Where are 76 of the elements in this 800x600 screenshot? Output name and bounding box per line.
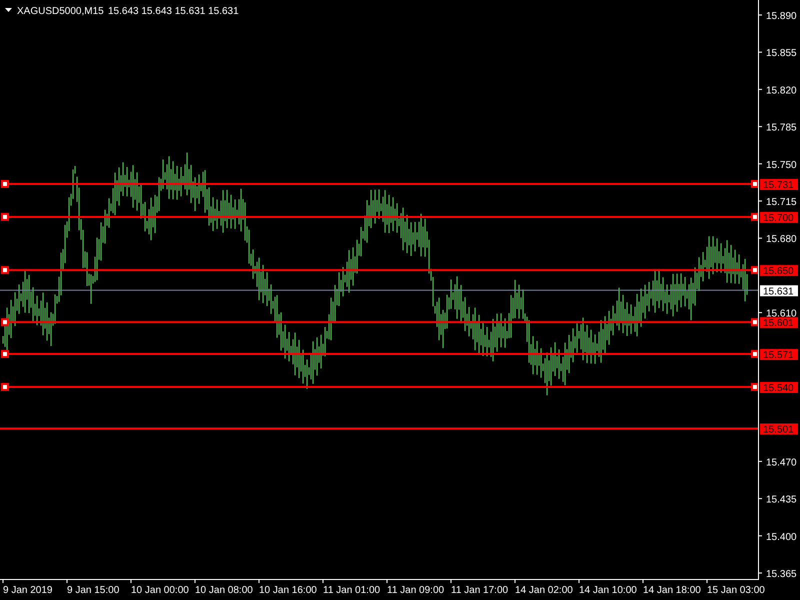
tick-mark [758,126,762,128]
tick-mark [578,578,580,584]
tick-mark [758,14,762,16]
horizontal-line[interactable] [9,216,751,218]
line-handle[interactable] [1,350,9,358]
price-axis-label: 15.610 [766,308,797,320]
time-axis-label: 10 Jan 08:00 [195,585,253,596]
tick-mark [758,572,762,574]
price-axis-label: 15.680 [766,234,797,246]
line-handle[interactable] [751,318,759,326]
time-axis-label: 14 Jan 10:00 [579,585,637,596]
level-label: 15.501 [760,423,798,436]
tick-mark [706,578,708,584]
horizontal-line[interactable] [9,353,751,356]
price-label: 15.631 [760,285,798,298]
line-handle[interactable] [751,350,759,358]
tick-mark [514,578,516,584]
time-axis-label: 10 Jan 16:00 [259,585,317,596]
ohlc-quote: 15.643 15.643 15.631 15.631 [108,6,239,17]
tick-mark [758,312,762,314]
tick-mark [758,238,762,239]
tick-mark [194,578,196,584]
price-axis-label: 15.890 [766,11,797,22]
level-label: 15.731 [760,179,798,191]
tick-mark [258,578,260,584]
line-handle[interactable] [751,266,759,274]
price-axis-label: 15.435 [766,494,797,506]
tick-mark [758,460,762,462]
time-axis-label: 9 Jan 2019 [3,585,52,596]
chart-symbol: XAGUSD5000,M15 [17,6,104,17]
price-axis-label: 15.715 [766,197,797,208]
tick-mark [322,578,324,584]
tick-mark [130,578,132,584]
line-handle[interactable] [1,180,9,188]
line-handle[interactable] [751,383,759,391]
time-axis-label: 10 Jan 00:00 [131,585,189,596]
time-axis-label: 11 Jan 09:00 [387,585,444,596]
price-axis-label: 15.470 [766,457,797,468]
tick-mark [2,578,4,584]
level-label: 15.650 [760,265,798,278]
tick-mark [758,498,762,500]
tick-mark [450,578,452,584]
tick-mark [758,200,762,202]
tick-mark [758,88,762,90]
line-handle[interactable] [1,212,9,221]
price-axis-label: 15.365 [766,569,797,580]
level-label: 15.571 [760,349,798,362]
tick-mark [66,578,68,584]
line-handle[interactable] [1,318,9,326]
dropdown-triangle-icon[interactable] [5,8,12,12]
horizontal-line[interactable] [9,269,751,272]
line-handle[interactable] [1,383,9,391]
price-axis-label: 15.750 [766,160,797,171]
tick-mark [758,535,762,536]
level-label: 15.601 [760,317,798,330]
tick-mark [386,578,388,584]
time-axis-label: 9 Jan 15:00 [67,585,120,596]
horizontal-line[interactable] [9,321,751,324]
price-axis-label: 15.855 [766,48,797,60]
line-handle[interactable] [1,266,9,274]
line-handle[interactable] [751,180,759,188]
price-axis-label: 15.820 [766,85,797,96]
tick-mark [758,163,762,164]
time-axis-label: 14 Jan 02:00 [515,585,573,596]
time-axis-label: 11 Jan 01:00 [323,585,380,596]
tick-mark [758,52,762,53]
price-axis-label: 15.400 [766,532,797,543]
time-axis-label: 15 Jan 03:00 [707,585,765,596]
level-label: 15.700 [760,212,798,224]
line-handle[interactable] [751,212,759,221]
time-axis-label: 14 Jan 18:00 [643,585,701,596]
time-axis-label: 11 Jan 17:00 [451,585,508,596]
price-axis-label: 15.785 [766,122,797,134]
level-label: 15.540 [760,382,798,394]
tick-mark [642,578,644,584]
horizontal-line[interactable] [0,427,758,430]
